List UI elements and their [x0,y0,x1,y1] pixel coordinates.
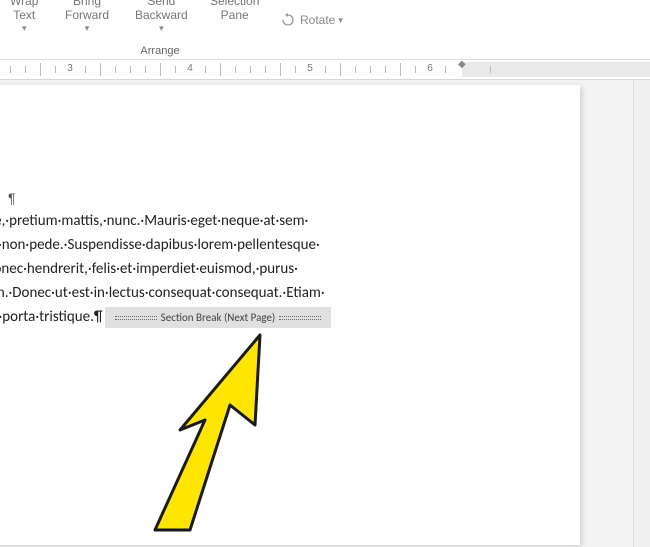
section-break-marker[interactable]: Section Break (Next Page) [105,307,332,329]
wrap-text-line1: Wrap [10,0,38,8]
right-indent-marker[interactable]: ◆ [458,59,466,70]
selection-pane-line1: Selection [210,0,259,8]
selection-pane-line2: Pane [221,8,249,22]
ribbon-group-label: Arrange [0,45,320,57]
bring-forward-line2: Forward [65,8,109,22]
horizontal-ruler[interactable]: 3 4 5 6 ◆ [0,60,650,80]
chevron-down-icon: ▾ [135,23,188,34]
chevron-down-icon: ▾ [65,23,109,34]
chevron-down-icon: ▾ [13,23,35,34]
ruler-tick-label: 6 [427,63,433,74]
send-backward-line1: Send [147,0,175,8]
ribbon: Wrap Text ▾ Bring Forward ▾ Send Backwar… [0,0,650,60]
section-break-label: Section Break (Next Page) [161,311,276,324]
send-backward-button[interactable]: Send Backward ▾ [135,0,188,34]
ruler-tick-label: 4 [187,63,193,74]
wrap-text-button[interactable]: Wrap Text ▾ [10,0,38,34]
text-line: vulputate·vitae,·pretium·mattis,·nunc.·M… [0,209,480,233]
ruler-tick-label: 3 [67,63,73,74]
body-text[interactable]: vulputate·vitae,·pretium·mattis,·nunc.·M… [0,209,520,329]
rotate-label: Rotate [300,13,335,27]
pilcrow-mark: ¶ [8,190,16,206]
text-line: ugiat·ligula.·Donec·hendrerit,·felis·et·… [0,257,480,281]
send-backward-line2: Backward [135,8,188,22]
text-fragment: ·lorem·in·nunc·porta·tristique.¶ [0,308,103,326]
text-line: e·aliquet·pede·non·pede.·Suspendisse·dap… [0,233,480,257]
bring-forward-line1: Bring [73,0,101,8]
page[interactable]: ¶ vulputate·vitae,·pretium·mattis,·nunc.… [0,85,580,545]
bring-forward-button[interactable]: Bring Forward ▾ [65,0,109,34]
document-area: ¶ vulputate·vitae,·pretium·mattis,·nunc.… [0,80,650,547]
text-line: nisl·eget·sapien.·Donec·ut·est·in·lectus… [0,281,480,305]
vertical-scrollbar[interactable] [633,80,650,547]
rotate-icon [280,12,296,28]
selection-pane-button[interactable]: Selection Pane [210,0,259,23]
wrap-text-line2: Text [13,8,35,22]
rotate-button[interactable]: Rotate ▾ [280,12,343,28]
ruler-tick-label: 5 [307,63,313,74]
chevron-down-icon: ▾ [338,15,343,26]
text-line: ·lorem·in·nunc·porta·tristique.¶ Section … [0,305,480,329]
